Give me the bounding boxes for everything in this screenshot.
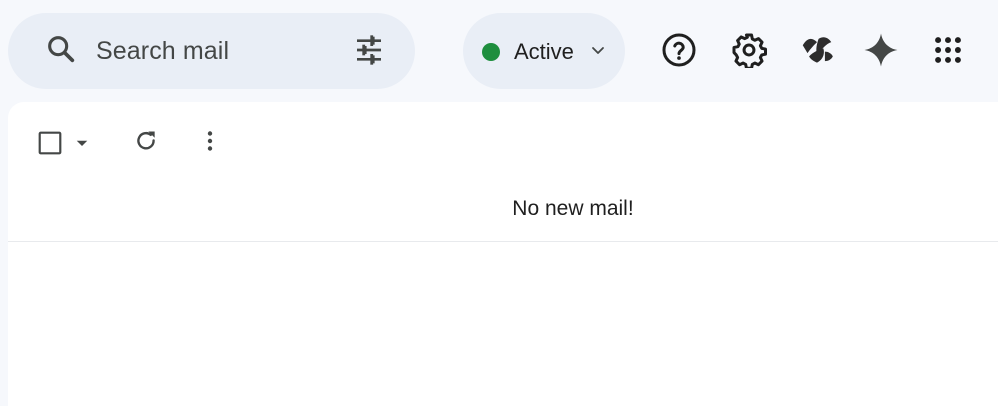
help-icon[interactable] [659,30,699,70]
apps-grid-icon[interactable] [928,30,968,70]
select-dropdown-icon[interactable] [72,133,92,153]
status-dot [482,43,500,61]
search-input[interactable]: Search mail [96,13,229,89]
addons-icon[interactable] [797,30,837,70]
status-label: Active [514,39,574,64]
refresh-icon[interactable] [132,127,160,155]
more-vert-icon[interactable] [196,127,224,155]
empty-mail-message: No new mail! [512,197,634,220]
search-bar[interactable]: Search mail [8,13,415,89]
gemini-sparkle-icon[interactable] [861,30,901,70]
mail-panel: No new mail! [8,102,998,406]
tune-icon[interactable] [352,33,386,67]
top-bar: Search mail Active [0,0,998,102]
gear-icon[interactable] [729,30,769,70]
chevron-down-icon [592,47,604,54]
select-checkbox[interactable] [36,129,64,157]
search-icon[interactable] [44,32,78,66]
status-selector[interactable]: Active [463,13,625,89]
list-divider [8,241,998,242]
